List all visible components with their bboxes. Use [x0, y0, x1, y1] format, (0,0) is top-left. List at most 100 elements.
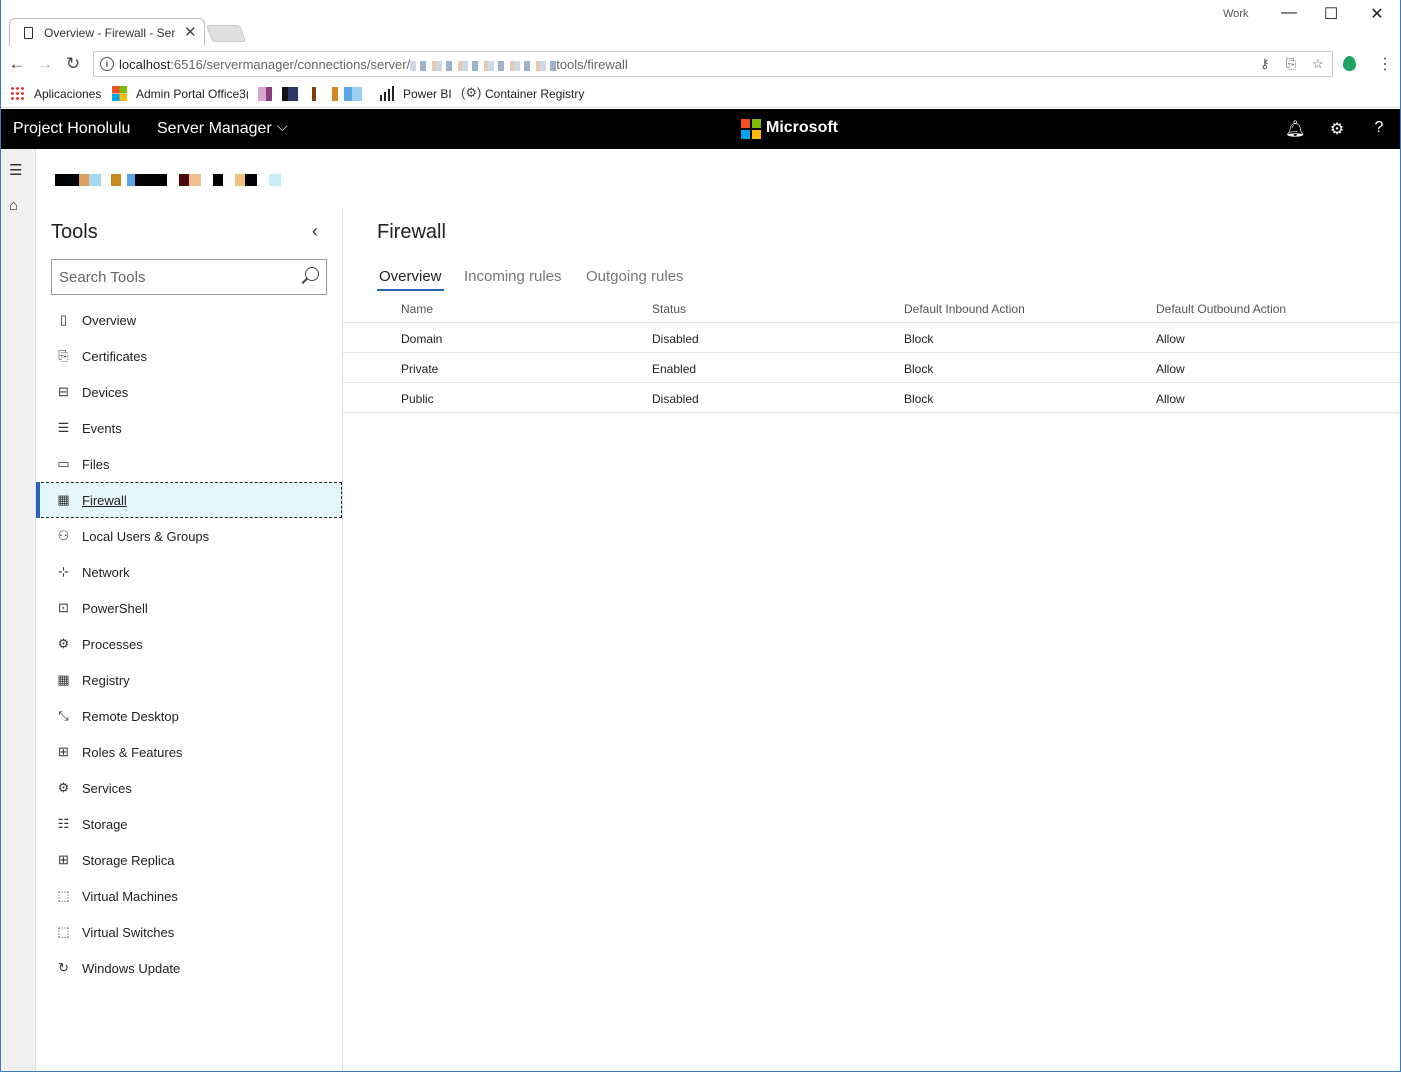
- url-host: localhost: [119, 57, 171, 72]
- tab-incoming-rules[interactable]: Incoming rules: [462, 268, 564, 289]
- tool-item-devices[interactable]: ⊟ Devices: [36, 374, 342, 410]
- cell-outbound-action: Allow: [1156, 362, 1185, 376]
- maximize-icon[interactable]: ☐: [1321, 4, 1341, 24]
- virtual-switches-icon: ⬚: [57, 924, 70, 939]
- hamburger-menu-icon[interactable]: ☰: [9, 161, 22, 179]
- close-window-icon[interactable]: ✕: [1367, 4, 1387, 24]
- redacted-bookmarks: [258, 87, 368, 101]
- column-header-outbound[interactable]: Default Outbound Action: [1156, 302, 1286, 316]
- bookmark-power-bi[interactable]: Power BI: [403, 87, 452, 101]
- tool-item-local-users-and-groups[interactable]: ⚇ Local Users & Groups: [36, 518, 342, 554]
- cell-inbound-action: Block: [904, 362, 934, 376]
- tab-title: Overview - Firewall - Ser: [44, 26, 176, 40]
- devices-icon: ⊟: [58, 384, 69, 399]
- cell-name: Public: [401, 392, 434, 406]
- forward-icon[interactable]: →: [35, 54, 55, 74]
- site-info-icon[interactable]: i: [100, 57, 114, 71]
- browser-menu-icon[interactable]: ⋮: [1377, 54, 1393, 74]
- tool-item-label: Files: [82, 457, 110, 472]
- tab-overview[interactable]: Overview: [377, 268, 444, 291]
- tool-item-files[interactable]: ▭ Files: [36, 446, 342, 482]
- tool-item-powershell[interactable]: ⊡ PowerShell: [36, 590, 342, 626]
- bookmark-star-icon[interactable]: ☆: [1312, 56, 1324, 72]
- tab-outgoing-rules[interactable]: Outgoing rules: [584, 268, 686, 289]
- power-bi-icon: [380, 86, 395, 101]
- tool-item-windows-update[interactable]: ↻ Windows Update: [36, 950, 342, 986]
- chevron-down-icon[interactable]: ⌵: [277, 118, 288, 135]
- close-tab-icon[interactable]: ✕: [184, 23, 197, 41]
- powershell-icon: ⊡: [58, 600, 69, 615]
- column-header-status[interactable]: Status: [652, 302, 686, 316]
- tool-item-virtual-machines[interactable]: ⬚ Virtual Machines: [36, 878, 342, 914]
- tool-item-storage-replica[interactable]: ⊞ Storage Replica: [36, 842, 342, 878]
- column-header-inbound[interactable]: Default Inbound Action: [904, 302, 1025, 316]
- tool-item-label: Storage: [82, 817, 128, 832]
- settings-gear-icon[interactable]: ⚙: [1327, 119, 1347, 139]
- column-header-name[interactable]: Name: [401, 302, 433, 316]
- table-row[interactable]: Domain Disabled Block Allow: [343, 323, 1400, 353]
- container-registry-icon: (⚙): [461, 85, 482, 100]
- page-favicon-icon: [24, 27, 33, 39]
- search-tools-input[interactable]: [52, 260, 292, 294]
- tool-item-label: Windows Update: [82, 961, 181, 976]
- microsoft-wordmark: Microsoft: [766, 119, 838, 136]
- search-tools-box: [51, 259, 327, 295]
- bookmark-admin-portal[interactable]: Admin Portal Office3(: [136, 87, 248, 101]
- translate-icon[interactable]: ⎘: [1286, 56, 1296, 72]
- tool-item-storage[interactable]: ☷ Storage: [36, 806, 342, 842]
- tool-item-label: Network: [82, 565, 130, 580]
- tool-item-label: Overview: [82, 313, 137, 328]
- app-switcher[interactable]: Server Manager: [157, 120, 272, 138]
- browser-tab[interactable]: Overview - Firewall - Ser ✕: [9, 18, 205, 46]
- left-rail: ☰ ⌂: [1, 149, 36, 1071]
- bookmark-container-registry[interactable]: Container Registry: [485, 87, 584, 101]
- tool-item-events[interactable]: ☰ Events: [36, 410, 342, 446]
- reload-icon[interactable]: ↻: [63, 54, 83, 74]
- tab-strip: Overview - Firewall - Ser ✕ Work — ☐ ✕: [1, 0, 1400, 46]
- bookmark-aplicaciones[interactable]: Aplicaciones: [34, 87, 101, 101]
- new-tab-button[interactable]: [205, 25, 247, 42]
- table-row[interactable]: Public Disabled Block Allow: [343, 383, 1400, 413]
- help-icon[interactable]: ?: [1369, 119, 1389, 137]
- home-icon[interactable]: ⌂: [9, 197, 18, 214]
- collapse-panel-icon[interactable]: ‹: [312, 221, 318, 242]
- tool-item-registry[interactable]: ▦ Registry: [36, 662, 342, 698]
- app-header: Project Honolulu Server Manager ⌵ Micros…: [1, 109, 1400, 149]
- tool-item-label: Local Users & Groups: [82, 529, 210, 544]
- cell-status: Disabled: [652, 332, 699, 346]
- tool-item-certificates[interactable]: ⎘ Certificates: [36, 338, 342, 374]
- connection-name-redacted: [55, 174, 285, 186]
- tool-item-label: Events: [82, 421, 122, 436]
- search-icon[interactable]: [305, 267, 319, 281]
- url-text: localhost:6516/servermanager/connections…: [119, 57, 628, 72]
- tools-panel: Tools ‹ ▯ Overview ⎘ Certificates ⊟ Devices ☰ E…: [36, 209, 343, 1071]
- tools-title: Tools: [51, 221, 98, 243]
- back-icon[interactable]: ←: [7, 54, 27, 74]
- tool-item-network[interactable]: ⊹ Network: [36, 554, 342, 590]
- address-bar[interactable]: i localhost:6516/servermanager/connectio…: [93, 51, 1333, 77]
- table-header: Name Status Default Inbound Action Defau…: [343, 299, 1400, 323]
- table-row[interactable]: Private Enabled Block Allow: [343, 353, 1400, 383]
- brand-name[interactable]: Project Honolulu: [13, 120, 130, 138]
- tool-item-firewall[interactable]: ▦ Firewall: [36, 482, 342, 518]
- notifications-bell-icon[interactable]: 🔔︎: [1285, 119, 1305, 139]
- storage-icon: ☷: [57, 816, 70, 831]
- tool-item-label: PowerShell: [82, 601, 148, 616]
- tool-item-roles-and-features[interactable]: ⊞ Roles & Features: [36, 734, 342, 770]
- key-icon[interactable]: ⚷: [1260, 56, 1270, 72]
- tool-item-overview[interactable]: ▯ Overview: [36, 302, 342, 338]
- cell-name: Domain: [401, 332, 443, 346]
- tool-item-label: Services: [82, 781, 132, 796]
- extension-icon[interactable]: [1343, 56, 1356, 71]
- virtual-machines-icon: ⬚: [57, 888, 70, 903]
- minimize-icon[interactable]: —: [1279, 4, 1299, 22]
- storage-replica-icon: ⊞: [58, 852, 69, 867]
- remote-desktop-icon: ⤡: [58, 708, 69, 723]
- tool-item-processes[interactable]: ⚙ Processes: [36, 626, 342, 662]
- tool-item-remote-desktop[interactable]: ⤡ Remote Desktop: [36, 698, 342, 734]
- url-path-prefix: :6516/servermanager/connections/server/: [170, 57, 411, 72]
- profile-label[interactable]: Work: [1223, 8, 1248, 20]
- tool-item-virtual-switches[interactable]: ⬚ Virtual Switches: [36, 914, 342, 950]
- tool-item-services[interactable]: ⚙ Services: [36, 770, 342, 806]
- redacted-server-name: [410, 60, 557, 71]
